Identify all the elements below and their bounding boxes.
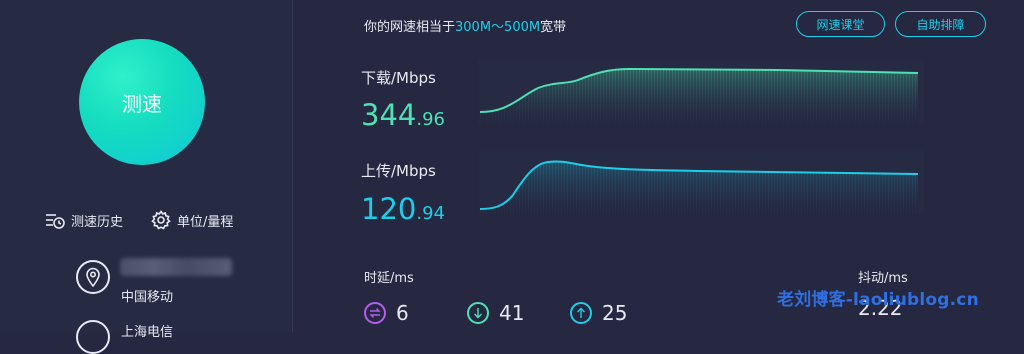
up-arrow-icon (570, 302, 592, 324)
headline-bandwidth: 300M～500M (455, 20, 541, 35)
blurred-ip-address (120, 258, 232, 276)
left-panel: 测速 测速历史 单位/量程 中国移动 上海电信 (0, 0, 293, 354)
unit-label: 单位/量程 (177, 214, 234, 230)
down-arrow-icon (467, 302, 489, 324)
upload-value-integer: 120 (361, 192, 417, 226)
watermark: 老刘博客-laoliublog.cn (777, 290, 979, 310)
tool-row: 测速历史 单位/量程 (0, 209, 292, 231)
upload-graph (478, 150, 924, 214)
latency-label: 时延/ms (364, 271, 414, 286)
speed-headline: 你的网速相当于300M～500M宽带 (364, 16, 566, 35)
latency-idle-value: 6 (396, 301, 409, 325)
latency-idle: 6 (364, 301, 409, 325)
jitter-label: 抖动/ms (858, 271, 908, 286)
latency-download: 41 (467, 301, 524, 325)
headline-prefix: 你的网速相当于 (364, 20, 456, 35)
speed-test-button-label: 测速 (122, 91, 162, 116)
history-icon (46, 214, 65, 229)
download-value: 344.96 (361, 98, 445, 132)
speed-test-button[interactable]: 测速 (79, 39, 205, 165)
upload-label: 上传/Mbps (361, 162, 436, 180)
download-graph (478, 60, 924, 124)
upload-value: 120.94 (361, 192, 445, 226)
download-label: 下载/Mbps (361, 69, 436, 87)
latency-download-value: 41 (499, 301, 525, 325)
self-diagnose-button[interactable]: 自助排障 (895, 11, 986, 37)
history-label: 测速历史 (71, 214, 124, 230)
server-name: 上海电信 (121, 325, 174, 340)
latency-upload: 25 (570, 301, 627, 325)
gear-icon (151, 210, 171, 230)
headline-suffix: 宽带 (540, 20, 567, 35)
history-button[interactable]: 测速历史 (44, 209, 123, 231)
download-value-decimal: .96 (416, 109, 445, 130)
upload-value-decimal: .94 (416, 203, 445, 224)
unit-button[interactable]: 单位/量程 (150, 209, 233, 231)
latency-upload-value: 25 (602, 301, 628, 325)
speed-course-button[interactable]: 网速课堂 (796, 11, 885, 37)
swap-icon (364, 302, 386, 324)
location-pin-icon (76, 260, 110, 294)
isp-name: 中国移动 (121, 290, 174, 305)
server-icon (76, 320, 110, 354)
isp-row: 中国移动 (76, 258, 276, 305)
download-value-integer: 344 (361, 98, 417, 132)
